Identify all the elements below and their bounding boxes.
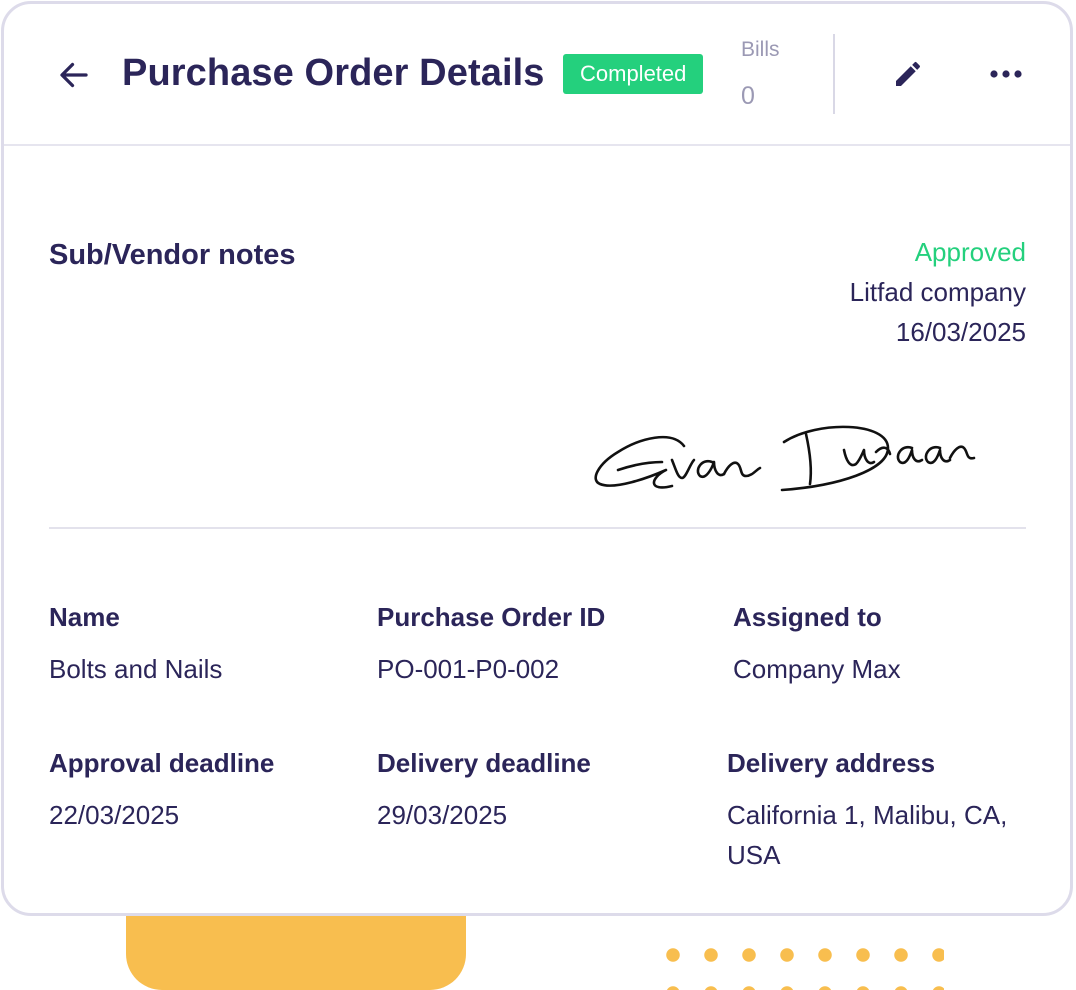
- field-value: PO-001-P0-002: [377, 654, 560, 684]
- field-value: 22/03/2025: [49, 800, 180, 830]
- purchase-order-card: Purchase Order Details Completed Bills 0…: [1, 1, 1073, 916]
- page-title: Purchase Order Details: [122, 52, 545, 94]
- edit-button[interactable]: [888, 54, 928, 94]
- approval-date: 16/03/2025: [895, 317, 1026, 347]
- approval-status: Approved: [914, 237, 1026, 267]
- field-name: Name Bolts and Nails: [49, 602, 222, 689]
- field-label: Delivery deadline: [377, 748, 591, 778]
- approver-company: Litfad company: [849, 277, 1026, 307]
- field-approval-deadline: Approval deadline 22/03/2025: [49, 748, 274, 835]
- field-purchase-order-id: Purchase Order ID PO-001-P0-002: [377, 602, 605, 689]
- field-value: Company Max: [733, 654, 901, 684]
- more-options-button[interactable]: [984, 54, 1028, 94]
- field-value: California 1, Malibu, CA, USA: [727, 800, 1008, 870]
- field-label: Name: [49, 602, 120, 632]
- field-value: 29/03/2025: [377, 800, 508, 830]
- pencil-icon: [896, 61, 921, 86]
- section-divider: [49, 527, 1026, 529]
- status-badge: Completed: [563, 54, 704, 94]
- back-button[interactable]: [53, 54, 95, 96]
- card-header: Purchase Order Details Completed Bills 0: [4, 4, 1070, 146]
- header-divider: [833, 34, 835, 114]
- field-delivery-address: Delivery address California 1, Malibu, C…: [727, 748, 1027, 875]
- field-label: Purchase Order ID: [377, 602, 606, 632]
- vendor-notes-title: Sub/Vendor notes: [49, 239, 296, 271]
- page: Purchase Order Details Completed Bills 0…: [0, 0, 1076, 990]
- field-label: Delivery address: [727, 748, 936, 778]
- decorative-dots: [654, 936, 944, 990]
- field-assigned-to: Assigned to Company Max: [733, 602, 901, 689]
- field-delivery-deadline: Delivery deadline 29/03/2025: [377, 748, 591, 835]
- more-horizontal-icon: [990, 70, 1022, 78]
- field-value: Bolts and Nails: [49, 654, 223, 684]
- arrow-left-icon: [60, 62, 88, 88]
- approval-info: Approved Litfad company 16/03/2025: [850, 232, 1026, 352]
- signature: [594, 425, 976, 492]
- field-label: Approval deadline: [49, 748, 275, 778]
- bills-count: 0: [741, 82, 755, 110]
- bills-label: Bills: [741, 38, 780, 61]
- field-label: Assigned to: [733, 602, 882, 632]
